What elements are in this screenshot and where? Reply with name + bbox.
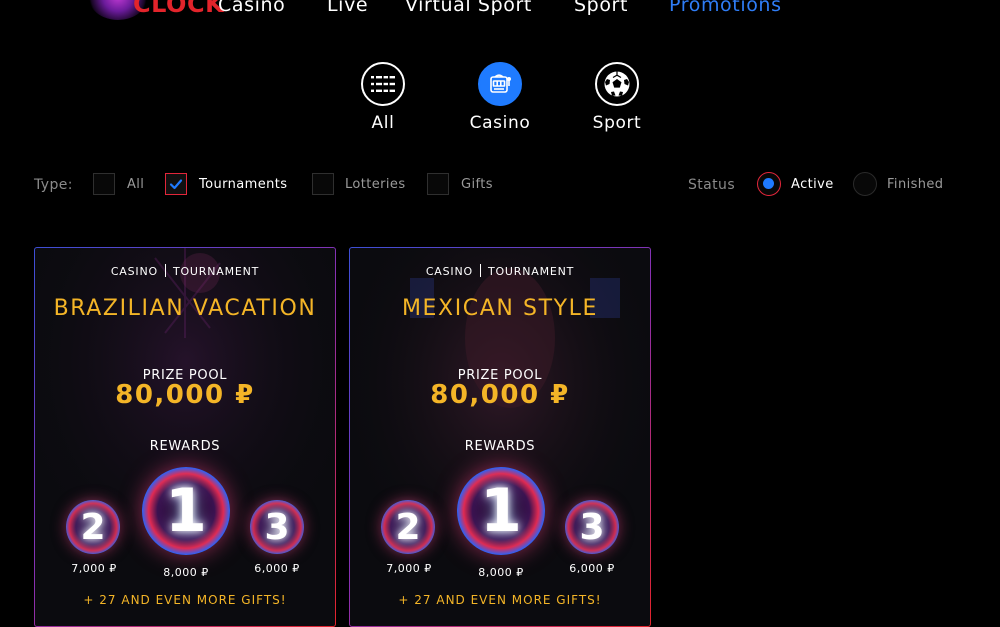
reward-amount: 7,000 ₽ [386,562,432,575]
type-filter-label: Type: [34,177,73,193]
reward-amount: 7,000 ₽ [71,562,117,575]
status-filter-label: Status [688,177,736,193]
place-number: 2 [395,506,421,548]
rewards-label: REWARDS [464,439,536,454]
tag-divider [164,264,166,277]
category-sport[interactable]: Sport [567,62,667,133]
promo-tags: CASINO TOURNAMENT [35,264,335,278]
type-tournaments-checkbox[interactable] [165,173,187,195]
place-1-medal-icon: 1 [142,467,230,555]
place-3-medal-icon: 3 [565,500,619,554]
promo-category-tag: CASINO [110,265,158,278]
place-2-medal-icon: 2 [66,500,120,554]
type-all-label[interactable]: All [127,177,144,192]
more-gifts-text: + 27 AND EVEN MORE GIFTS! [398,593,602,607]
slot-machine-icon [478,62,522,106]
reward-amount: 8,000 ₽ [163,566,209,579]
status-finished-label[interactable]: Finished [887,177,943,192]
place-number: 3 [579,506,605,548]
place-2-medal-icon: 2 [381,500,435,554]
category-label: Sport [592,113,642,133]
category-label: All [371,113,395,133]
site-logo[interactable]: CLOCK [40,0,230,24]
promo-filters: Type: All Tournaments Lotteries Gifts St… [0,172,1000,198]
type-gifts-label[interactable]: Gifts [461,177,493,192]
type-gifts-checkbox[interactable] [427,173,449,195]
checkmark-icon [169,179,183,190]
reward-amount: 6,000 ₽ [254,562,300,575]
place-number: 1 [165,476,207,546]
logo-text: CLOCK [133,0,225,18]
nav-casino[interactable]: Casino [218,0,285,16]
prize-pool-value: 80,000 ₽ [115,380,255,410]
category-all[interactable]: All [333,62,433,133]
status-finished-radio[interactable] [853,172,877,196]
promo-title: MEXICAN STYLE [401,296,599,321]
promo-card[interactable]: CASINO TOURNAMENT MEXICAN STYLE PRIZE POO… [349,247,651,627]
nav-promotions[interactable]: Promotions [669,0,782,16]
soccer-ball-icon [595,62,639,106]
rewards-label: REWARDS [149,439,221,454]
promo-kind-tag: TOURNAMENT [487,265,575,278]
status-active-label[interactable]: Active [791,177,834,192]
type-lotteries-checkbox[interactable] [312,173,334,195]
status-active-radio[interactable] [757,172,781,196]
place-number: 3 [264,506,290,548]
tag-divider [479,264,481,277]
category-casino[interactable]: Casino [450,62,550,133]
promo-category-tag: CASINO [425,265,473,278]
place-number: 1 [480,476,522,546]
promo-kind-tag: TOURNAMENT [172,265,260,278]
nav-sport[interactable]: Sport [574,0,628,16]
place-number: 2 [80,506,106,548]
reward-amount: 8,000 ₽ [478,566,524,579]
nav-live[interactable]: Live [327,0,368,16]
category-label: Casino [469,113,531,133]
type-all-checkbox[interactable] [93,173,115,195]
type-tournaments-label[interactable]: Tournaments [199,177,287,192]
place-1-medal-icon: 1 [457,467,545,555]
promo-tags: CASINO TOURNAMENT [350,264,650,278]
place-3-medal-icon: 3 [250,500,304,554]
grid-list-icon [361,62,405,106]
more-gifts-text: + 27 AND EVEN MORE GIFTS! [83,593,287,607]
nav-virtual-sport[interactable]: Virtual Sport [405,0,532,16]
promo-title: BRAZILIAN VACATION [53,296,317,321]
type-lotteries-label[interactable]: Lotteries [345,177,406,192]
promo-card[interactable]: CASINO TOURNAMENT BRAZILIAN VACATION PRIZ… [34,247,336,627]
reward-amount: 6,000 ₽ [569,562,615,575]
prize-pool-value: 80,000 ₽ [430,380,570,410]
